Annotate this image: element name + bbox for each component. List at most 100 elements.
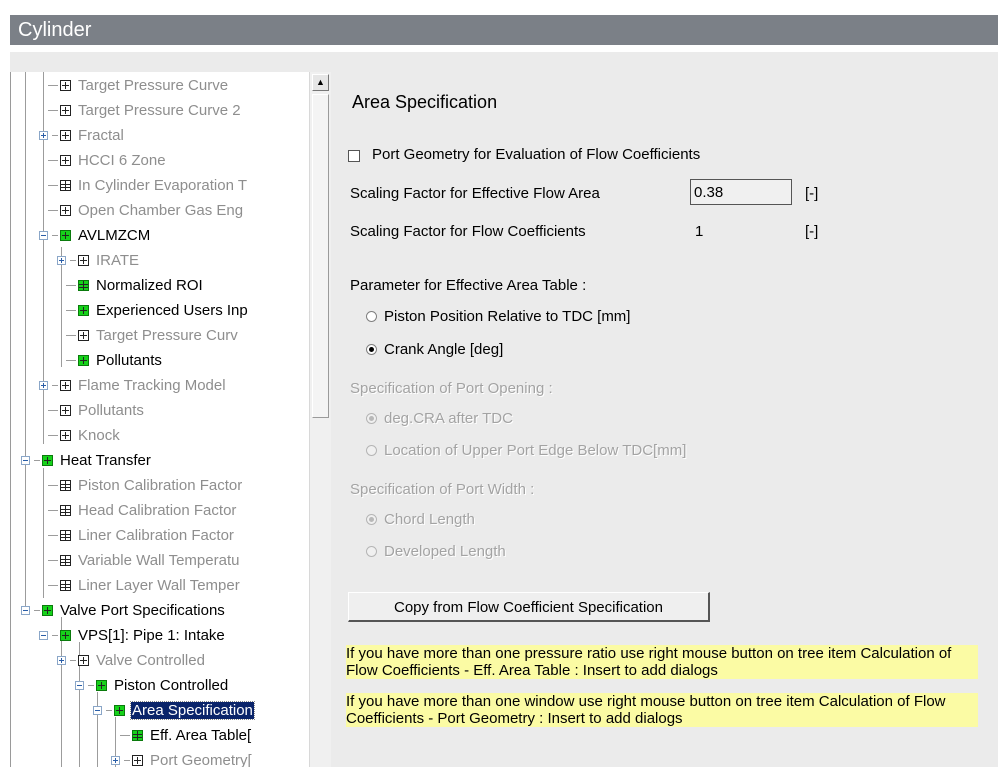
collapse-icon[interactable] xyxy=(39,631,48,640)
scroll-up-arrow-icon[interactable]: ▲ xyxy=(312,74,329,91)
tree-item-target-pressure-curve[interactable]: Target Pressure Curve xyxy=(48,74,229,98)
tree-item-head-calibration-factor[interactable]: Head Calibration Factor xyxy=(48,499,237,523)
port-geometry-checkbox[interactable] xyxy=(348,150,360,162)
active-dialog-node-icon xyxy=(114,705,125,716)
port-width-label: Specification of Port Width : xyxy=(350,481,535,498)
scrollbar-thumb[interactable] xyxy=(312,94,329,418)
scaling-flow-coeff-value: 1 xyxy=(695,223,704,240)
radio-chord-length-label: Chord Length xyxy=(384,511,475,528)
tree-item-area-specification[interactable]: Area Specification xyxy=(93,699,255,723)
radio-developed-length-label: Developed Length xyxy=(384,543,506,560)
scaling-eff-area-label: Scaling Factor for Effective Flow Area xyxy=(350,185,600,202)
tree-item-hcci-6-zone[interactable]: HCCI 6 Zone xyxy=(48,149,167,173)
active-dialog-node-icon xyxy=(96,680,107,691)
collapse-icon[interactable] xyxy=(39,231,48,240)
radio-piston-position[interactable] xyxy=(366,311,377,322)
port-geometry-checkbox-label: Port Geometry for Evaluation of Flow Coe… xyxy=(372,146,701,163)
table-node-icon xyxy=(60,555,71,566)
dialog-node-icon xyxy=(78,655,89,666)
dialog-node-icon xyxy=(60,380,71,391)
expand-icon[interactable] xyxy=(111,756,120,765)
scaling-eff-area-unit: [-] xyxy=(805,185,819,202)
dialog-node-icon xyxy=(60,405,71,416)
page-title: Area Specification xyxy=(352,92,498,112)
tree-line xyxy=(25,72,26,612)
tree-item-avlmzcm[interactable]: AVLMZCM xyxy=(39,224,151,248)
dialog-node-icon xyxy=(78,330,89,341)
dialog-node-icon xyxy=(60,80,71,91)
active-table-node-icon xyxy=(78,280,89,291)
radio-crank-angle[interactable] xyxy=(366,344,377,355)
tree-item-open-chamber-gas-eng[interactable]: Open Chamber Gas Eng xyxy=(48,199,244,223)
tree-item-piston-controlled[interactable]: Piston Controlled xyxy=(75,674,229,698)
tree-item-valve-port-specifications[interactable]: Valve Port Specifications xyxy=(21,599,226,623)
expand-icon[interactable] xyxy=(39,381,48,390)
info-note-pressure-ratio: If you have more than one pressure ratio… xyxy=(346,645,978,679)
dialog-node-icon xyxy=(60,130,71,141)
expand-icon[interactable] xyxy=(57,656,66,665)
tree-item-eff-area-table[interactable]: Eff. Area Table[ xyxy=(120,724,252,748)
tree-items-container: Target Pressure Curve Target Pressure Cu… xyxy=(11,72,309,767)
tree-item-target-pressure-curv[interactable]: Target Pressure Curv xyxy=(66,324,239,348)
active-dialog-node-icon xyxy=(42,605,53,616)
window-title-bar: Cylinder xyxy=(10,15,998,45)
tree-item-fractal[interactable]: Fractal xyxy=(39,124,125,148)
active-dialog-node-icon xyxy=(42,455,53,466)
eff-area-param-label: Parameter for Effective Area Table : xyxy=(350,277,587,294)
table-node-icon xyxy=(60,480,71,491)
tree-item-pollutants[interactable]: Pollutants xyxy=(48,399,145,423)
active-dialog-node-icon xyxy=(60,230,71,241)
expand-icon[interactable] xyxy=(57,256,66,265)
tree-item-experienced-users[interactable]: Experienced Users Inp xyxy=(66,299,249,323)
scaling-flow-coeff-unit: [-] xyxy=(805,223,819,240)
collapse-icon[interactable] xyxy=(75,681,84,690)
tree-item-valve-controlled[interactable]: Valve Controlled xyxy=(57,649,206,673)
window-title: Cylinder xyxy=(18,19,92,41)
active-table-node-icon xyxy=(132,730,143,741)
port-opening-label: Specification of Port Opening : xyxy=(350,380,553,397)
radio-piston-position-label: Piston Position Relative to TDC [mm] xyxy=(384,308,631,325)
tree-item-in-cylinder-evaporation[interactable]: In Cylinder Evaporation T xyxy=(48,174,248,198)
radio-deg-cra-after-tdc-label: deg.CRA after TDC xyxy=(384,410,513,427)
table-node-icon xyxy=(60,530,71,541)
tree-item-irate[interactable]: IRATE xyxy=(57,249,140,273)
tree-item-heat-transfer[interactable]: Heat Transfer xyxy=(21,449,152,473)
tree-item-pollutants-avl[interactable]: Pollutants xyxy=(66,349,163,373)
dialog-node-icon xyxy=(60,105,71,116)
scaling-eff-area-input[interactable] xyxy=(690,179,792,205)
info-note-window: If you have more than one window use rig… xyxy=(346,693,978,727)
dialog-node-icon xyxy=(132,755,143,766)
tree-item-normalized-roi[interactable]: Normalized ROI xyxy=(66,274,204,298)
tree-item-liner-layer-wall-temperature[interactable]: Liner Layer Wall Temper xyxy=(48,574,241,598)
tree-item-variable-wall-temperature[interactable]: Variable Wall Temperatu xyxy=(48,549,240,573)
tree-item-liner-calibration-factor[interactable]: Liner Calibration Factor xyxy=(48,524,235,548)
dialog-node-icon xyxy=(60,205,71,216)
collapse-icon[interactable] xyxy=(21,606,30,615)
collapse-icon[interactable] xyxy=(93,706,102,715)
radio-deg-cra-after-tdc[interactable] xyxy=(366,413,377,424)
radio-upper-port-edge[interactable] xyxy=(366,445,377,456)
scaling-flow-coeff-label: Scaling Factor for Flow Coefficients xyxy=(350,223,586,240)
table-node-icon xyxy=(60,505,71,516)
active-dialog-node-icon xyxy=(78,355,89,366)
cylinder-dialog: Target Pressure Curve Target Pressure Cu… xyxy=(10,52,998,767)
dialog-node-icon xyxy=(78,255,89,266)
navigation-tree: Target Pressure Curve Target Pressure Cu… xyxy=(10,72,331,767)
collapse-icon[interactable] xyxy=(21,456,30,465)
tree-item-piston-calibration-factor[interactable]: Piston Calibration Factor xyxy=(48,474,243,498)
tree-scrollbar[interactable]: ▲ xyxy=(309,72,331,767)
dialog-node-icon xyxy=(60,155,71,166)
tree-item-flame-tracking-model[interactable]: Flame Tracking Model xyxy=(39,374,227,398)
radio-crank-angle-label: Crank Angle [deg] xyxy=(384,341,504,358)
tree-item-target-pressure-curve-2[interactable]: Target Pressure Curve 2 xyxy=(48,99,242,123)
dialog-node-icon xyxy=(60,430,71,441)
radio-developed-length[interactable] xyxy=(366,546,377,557)
radio-chord-length[interactable] xyxy=(366,514,377,525)
tree-item-knock[interactable]: Knock xyxy=(48,424,121,448)
expand-icon[interactable] xyxy=(39,131,48,140)
tree-item-vps-pipe-1-intake[interactable]: VPS[1]: Pipe 1: Intake xyxy=(39,624,226,648)
table-node-icon xyxy=(60,180,71,191)
radio-upper-port-edge-label: Location of Upper Port Edge Below TDC[mm… xyxy=(384,442,687,459)
tree-item-port-geometry[interactable]: Port Geometry[ xyxy=(111,749,253,767)
copy-from-flow-coefficient-button[interactable]: Copy from Flow Coefficient Specification xyxy=(348,592,710,622)
